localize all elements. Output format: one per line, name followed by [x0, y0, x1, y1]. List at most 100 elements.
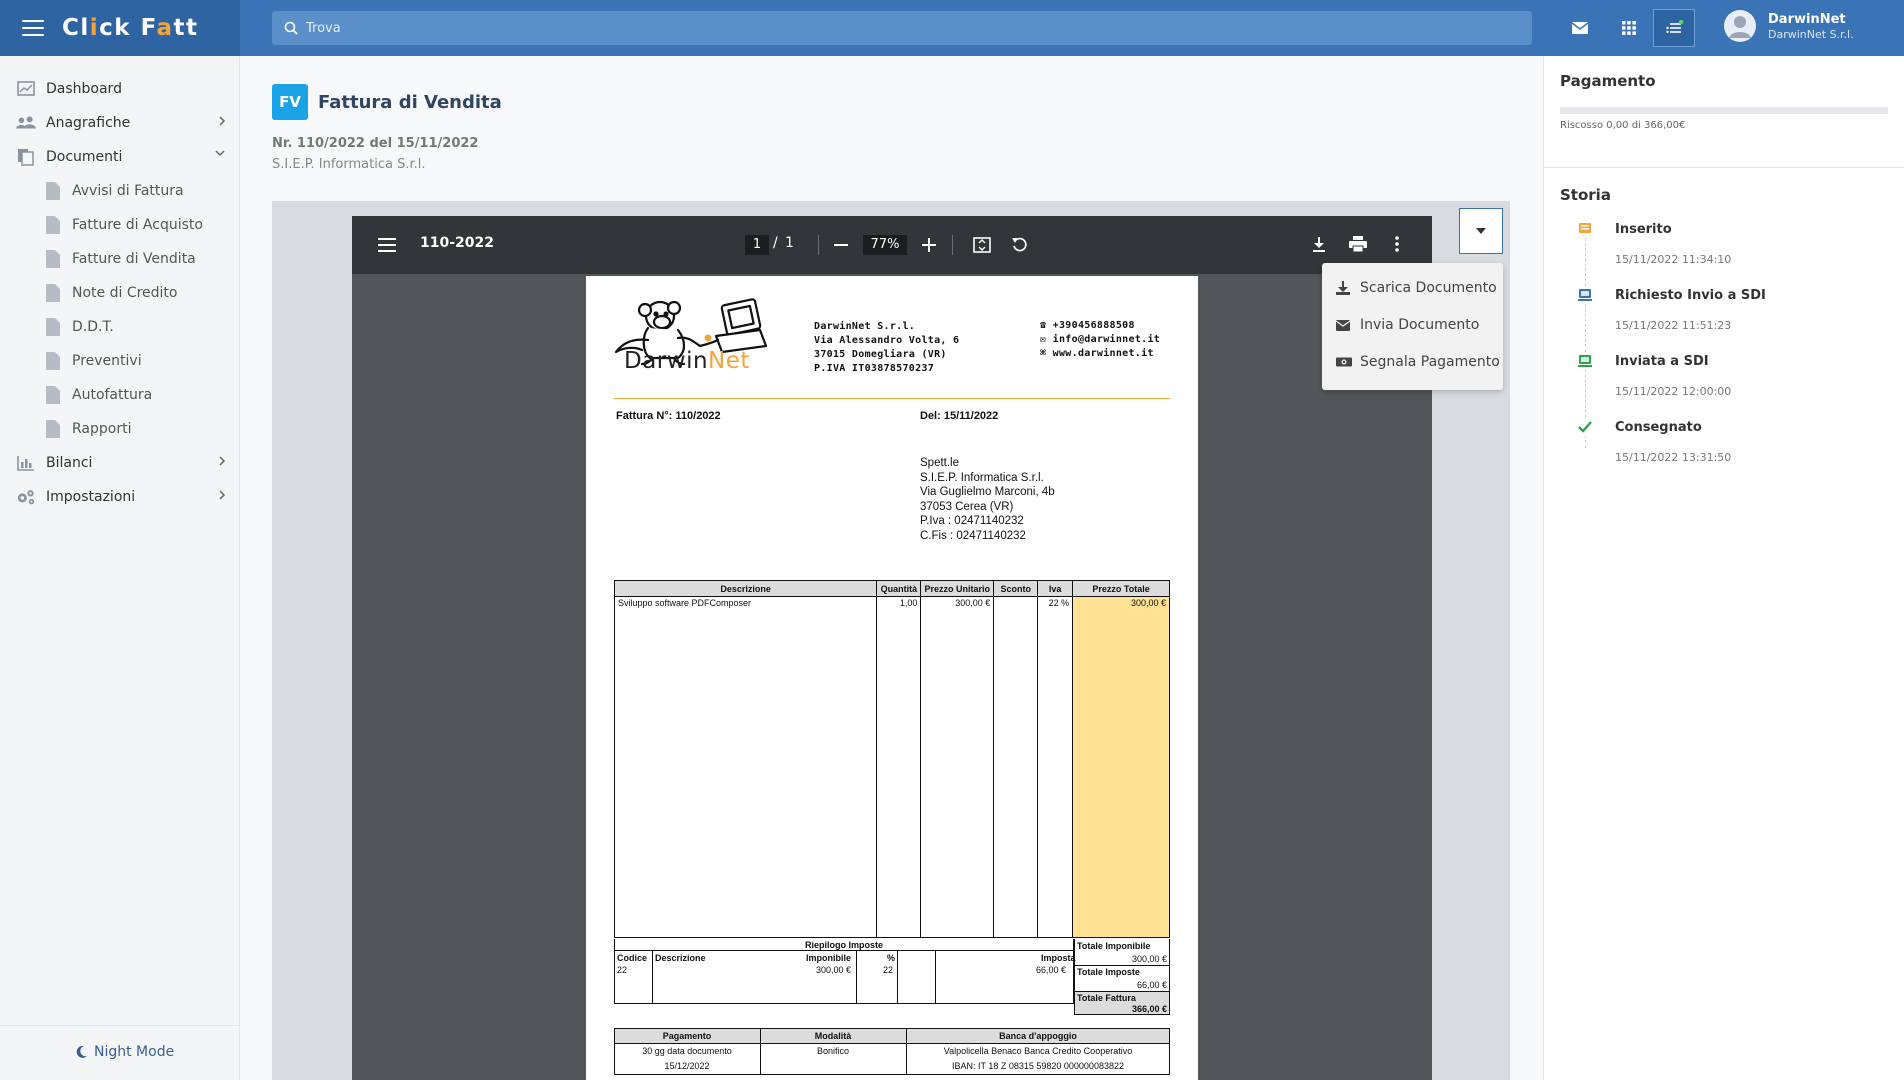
company-line: Via Alessandro Volta, 6 [814, 335, 960, 346]
menu-icon[interactable] [378, 238, 396, 252]
file-icon [46, 352, 60, 370]
recipient-line: Via Guglielmo Marconi, 4b [920, 486, 1055, 498]
sidebar-subitem-avvisi[interactable]: Avvisi di Fattura [46, 180, 184, 202]
payment-header: Modalità [814, 1031, 852, 1041]
documents-icon [16, 148, 36, 166]
logo-text-3: tt [173, 15, 199, 41]
sidebar-subitem-autofattura[interactable]: Autofattura [46, 384, 152, 406]
cell-quantita: 1,00 [876, 596, 922, 938]
col-header: Descrizione [613, 580, 878, 597]
file-icon [46, 318, 60, 336]
page-total: 1 [785, 235, 794, 251]
chevron-down-icon [215, 150, 225, 157]
page-number-input[interactable]: 1 [745, 235, 769, 255]
user-menu[interactable]: DarwinNet DarwinNet S.r.l. [1724, 10, 1854, 42]
sidebar-item-label: Bilanci [46, 455, 93, 471]
contact-web: www.darwinnet.it [1052, 348, 1154, 359]
contact-email: info@darwinnet.it [1052, 334, 1161, 345]
history-item-label: Consegnato [1615, 420, 1702, 435]
sidebar-subitem-fatture-acquisto[interactable]: Fatture di Acquisto [46, 214, 203, 236]
menu-toggle-icon[interactable] [22, 20, 44, 36]
users-icon [16, 114, 36, 132]
file-icon [46, 420, 60, 438]
tax-header-imposta: Imposta [1041, 953, 1076, 963]
sidebar-subitem-label: Avvisi di Fattura [72, 183, 184, 199]
mail-icon[interactable] [1566, 14, 1594, 42]
night-mode-toggle[interactable]: Night Mode [76, 1044, 174, 1060]
download-icon[interactable] [1311, 236, 1327, 252]
sent-icon [1578, 355, 1592, 367]
user-name: DarwinNet [1768, 11, 1846, 27]
cell-prezzo-totale: 300,00 € [1072, 596, 1170, 938]
document-number: Nr. 110/2022 del 15/11/2022 [272, 136, 479, 151]
avatar [1724, 10, 1756, 42]
menu-item-scarica[interactable]: Scarica Documento [1336, 280, 1497, 296]
sidebar-item-dashboard[interactable]: Dashboard [16, 78, 226, 100]
invoice-number: Fattura N°: 110/2022 [616, 410, 721, 422]
company-line: 37015 Domegliara (VR) [814, 349, 947, 360]
sidebar-subitem-rapporti[interactable]: Rapporti [46, 418, 131, 440]
dashboard-icon [16, 80, 36, 98]
company-line: P.IVA IT03878570237 [814, 363, 935, 374]
file-icon [46, 216, 60, 234]
menu-item-segnala[interactable]: Segnala Pagamento [1336, 354, 1500, 370]
zoom-out-icon[interactable] [834, 244, 848, 246]
tax-cell-codice: 22 [617, 965, 628, 975]
caret-down-icon [1476, 228, 1486, 234]
payment-progress-track [1560, 107, 1888, 114]
total-label: Totale Imponibile [1077, 941, 1151, 951]
logo-text-1: Cl [62, 15, 90, 41]
sidebar-subitem-label: Fatture di Vendita [72, 251, 196, 267]
chevron-right-icon [219, 116, 226, 126]
sidebar-item-impostazioni[interactable]: Impostazioni [16, 486, 226, 508]
invoice-date: Del: 15/11/2022 [920, 410, 999, 422]
history-item-label: Inviata a SDI [1615, 354, 1709, 369]
sidebar-subitem-fatture-vendita[interactable]: Fatture di Vendita [46, 248, 196, 270]
total-label: Totale Imposte [1077, 967, 1140, 977]
sidebar-item-documenti[interactable]: Documenti [16, 146, 226, 168]
sidebar [0, 56, 240, 1080]
rotate-icon[interactable] [1011, 236, 1029, 254]
menu-item-invia[interactable]: Invia Documento [1336, 317, 1479, 333]
apps-grid-icon[interactable] [1615, 14, 1643, 42]
logo-accent-1: i [89, 15, 100, 41]
logo-wordmark-accent: Net [708, 348, 750, 374]
zoom-input[interactable]: 77% [863, 235, 907, 255]
envelope-icon [1336, 319, 1352, 331]
history-item-label: Inserito [1615, 222, 1672, 237]
zoom-in-icon[interactable] [922, 238, 936, 252]
tax-header-perc: % [887, 953, 896, 963]
col-header: Sconto [993, 580, 1039, 597]
sidebar-subitem-label: Fatture di Acquisto [72, 217, 203, 233]
sidebar-item-anagrafiche[interactable]: Anagrafiche [16, 112, 226, 134]
web-icon: ⌘ [1040, 348, 1053, 359]
company-contacts: ☎ +390456888508 ✉ info@darwinnet.it ⌘ ww… [1040, 319, 1160, 361]
actions-dropdown-button[interactable] [1459, 208, 1503, 254]
sidebar-item-label: Documenti [46, 149, 123, 165]
cell-descrizione: Sviluppo software PDFComposer [613, 596, 878, 938]
logo-accent-2: a [156, 15, 174, 41]
recipient-line: 37053 Cerea (VR) [920, 500, 1014, 513]
sidebar-item-label: Dashboard [46, 81, 122, 97]
more-vertical-icon[interactable] [1395, 236, 1399, 252]
invoice-page: DarwinNet DarwinNet S.r.l. Via Alessandr… [586, 276, 1198, 1080]
activity-panel-button[interactable] [1653, 9, 1695, 47]
tax-col-sep [935, 950, 936, 1004]
file-icon [46, 182, 60, 200]
app-logo[interactable]: Click Fatt [62, 15, 199, 41]
cell-iva: 22 % [1037, 596, 1074, 938]
file-icon [46, 284, 60, 302]
sidebar-subitem-note-credito[interactable]: Note di Credito [46, 282, 178, 304]
search-bar[interactable] [272, 11, 1532, 45]
history-item-time: 15/11/2022 13:31:50 [1615, 451, 1732, 464]
sidebar-subitem-preventivi[interactable]: Preventivi [46, 350, 142, 372]
fit-page-icon[interactable] [973, 237, 991, 253]
night-mode-label: Night Mode [94, 1044, 175, 1060]
history-item-label: Richiesto Invio a SDI [1615, 288, 1766, 303]
grand-total-value: 366,00 € [1131, 1004, 1167, 1014]
print-icon[interactable] [1349, 236, 1367, 252]
search-input[interactable] [306, 20, 1506, 36]
col-header: Quantità [876, 580, 922, 597]
sidebar-subitem-ddt[interactable]: D.D.T. [46, 316, 114, 338]
sidebar-item-bilanci[interactable]: Bilanci [16, 452, 226, 474]
